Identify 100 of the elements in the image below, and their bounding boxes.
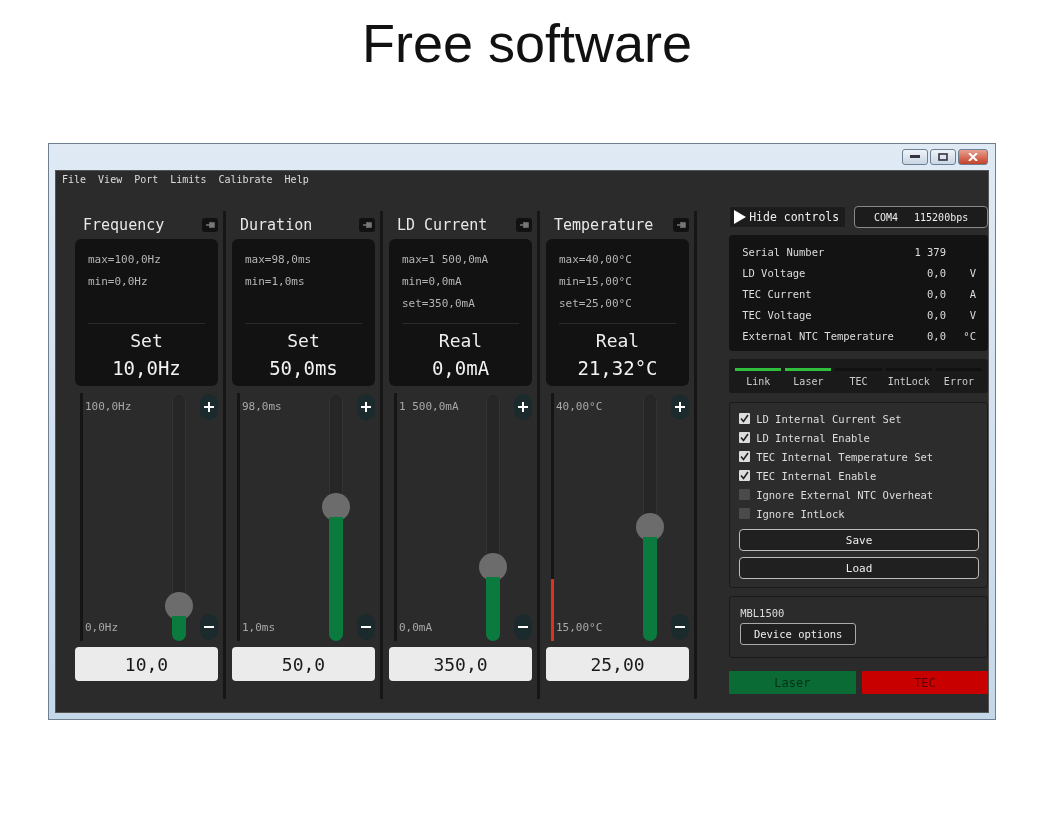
mode-label: Set bbox=[287, 330, 320, 351]
max-label: 40,00°C bbox=[556, 400, 603, 413]
limit-text: max=100,0Hz bbox=[88, 252, 162, 268]
panel-title: Duration bbox=[240, 216, 313, 234]
decrease-button[interactable] bbox=[671, 614, 689, 640]
limit-text: min=0,0mA bbox=[402, 274, 463, 290]
minimize-button[interactable] bbox=[902, 149, 928, 165]
increase-button[interactable] bbox=[671, 394, 689, 420]
min-label: 1,0ms bbox=[242, 621, 276, 634]
limit-text: set=350,0mA bbox=[402, 296, 476, 312]
pin-icon[interactable] bbox=[202, 218, 218, 232]
status-label: Link bbox=[746, 376, 771, 387]
close-button[interactable] bbox=[958, 149, 988, 165]
reading-value: 10,0Hz bbox=[112, 357, 181, 379]
status-label: TEC bbox=[849, 376, 868, 387]
slider-thumb[interactable] bbox=[322, 493, 350, 521]
value-field[interactable]: 10,0 bbox=[75, 647, 218, 681]
max-label: 100,0Hz bbox=[85, 400, 132, 413]
checkbox-label: LD Internal Enable bbox=[756, 431, 870, 444]
close-icon bbox=[968, 153, 978, 161]
decrease-button[interactable] bbox=[200, 614, 218, 640]
checkbox-label: Ignore External NTC Overheat bbox=[756, 488, 934, 501]
limit-text: max=1 500,0mA bbox=[402, 252, 490, 268]
pin-icon[interactable] bbox=[673, 218, 689, 232]
maximize-button[interactable] bbox=[930, 149, 956, 165]
checkbox[interactable] bbox=[739, 432, 751, 443]
value-field[interactable]: 50,0 bbox=[232, 647, 375, 681]
maximize-icon bbox=[938, 153, 948, 161]
min-label: 15,00°C bbox=[556, 621, 603, 634]
increase-button[interactable] bbox=[514, 394, 532, 420]
menu-item[interactable]: Help bbox=[284, 174, 309, 188]
panel-title: Temperature bbox=[554, 216, 654, 234]
mode-label: Set bbox=[130, 330, 163, 351]
reading-value: 0,0 bbox=[926, 329, 946, 342]
device-model: MBL1500 bbox=[740, 607, 785, 619]
status-label: Error bbox=[943, 376, 974, 387]
unit-label: V bbox=[968, 266, 976, 279]
reading-value: 0,0 bbox=[926, 287, 946, 300]
unit-label: °C bbox=[962, 329, 976, 342]
checkbox-label: Ignore IntLock bbox=[756, 507, 845, 520]
reading-value: 50,0ms bbox=[269, 357, 338, 379]
min-label: 0,0mA bbox=[399, 621, 433, 634]
status-label: Laser bbox=[793, 376, 824, 387]
menu-item[interactable]: File bbox=[62, 174, 87, 188]
panel-title: LD Current bbox=[397, 216, 488, 234]
min-label: 0,0Hz bbox=[85, 621, 119, 634]
menu-item[interactable]: Port bbox=[134, 174, 159, 188]
panel-title: Frequency bbox=[83, 216, 165, 234]
checkbox-label: TEC Internal Temperature Set bbox=[756, 450, 934, 463]
status-label: IntLock bbox=[887, 376, 930, 387]
checkbox[interactable] bbox=[739, 489, 751, 500]
reading-label: TEC Current bbox=[742, 287, 813, 300]
pin-icon[interactable] bbox=[516, 218, 532, 232]
slider-thumb[interactable] bbox=[479, 552, 507, 581]
limit-text: set=25,00°C bbox=[559, 296, 633, 312]
reading-value: 1 379 bbox=[913, 245, 946, 258]
checkbox[interactable] bbox=[739, 508, 751, 519]
checkbox[interactable] bbox=[739, 451, 751, 462]
play-icon bbox=[734, 210, 747, 224]
panel-button[interactable]: Load bbox=[739, 557, 979, 579]
limit-text: max=40,00°C bbox=[559, 252, 633, 268]
slider-thumb[interactable] bbox=[636, 512, 664, 541]
reading-label: External NTC Temperature bbox=[742, 329, 895, 342]
checkbox[interactable] bbox=[739, 470, 751, 481]
plus-icon bbox=[204, 402, 214, 412]
increase-button[interactable] bbox=[357, 394, 375, 420]
panel-button[interactable]: Save bbox=[739, 529, 979, 551]
device-options-button[interactable]: Device options bbox=[740, 623, 857, 645]
hide-controls-button[interactable]: Hide controls bbox=[729, 206, 847, 228]
checkbox[interactable] bbox=[739, 413, 751, 424]
mode-label: Real bbox=[438, 330, 483, 351]
checkbox-label: TEC Internal Enable bbox=[756, 469, 877, 482]
plus-icon bbox=[361, 402, 371, 412]
reading-value: 0,0 bbox=[926, 266, 946, 279]
menu-item[interactable]: View bbox=[98, 174, 123, 188]
value-field[interactable]: 25,00 bbox=[546, 647, 689, 681]
decrease-button[interactable] bbox=[357, 614, 375, 640]
max-label: 98,0ms bbox=[242, 400, 282, 413]
unit-label: V bbox=[968, 308, 976, 321]
pin-icon[interactable] bbox=[359, 218, 375, 232]
limit-text: max=98,0ms bbox=[245, 252, 313, 268]
limit-text: min=0,0Hz bbox=[88, 274, 149, 290]
value-field[interactable]: 350,0 bbox=[389, 647, 532, 681]
reading-value: 0,0mA bbox=[431, 357, 490, 379]
mode-label: Real bbox=[595, 330, 640, 351]
increase-button[interactable] bbox=[200, 394, 218, 420]
reading-value: 21,32°C bbox=[577, 357, 658, 379]
menu-item[interactable]: Limits bbox=[170, 174, 207, 188]
reading-label: LD Voltage bbox=[742, 266, 807, 279]
reading-label: TEC Voltage bbox=[742, 308, 813, 321]
limit-text: min=1,0ms bbox=[245, 274, 306, 290]
checkbox-label: LD Internal Current Set bbox=[756, 412, 902, 425]
max-label: 1 500,0mA bbox=[399, 400, 459, 413]
decrease-button[interactable] bbox=[514, 614, 532, 640]
limit-text: min=15,00°C bbox=[559, 274, 633, 290]
menu-item[interactable]: Calibrate bbox=[218, 174, 273, 188]
slide-title: Free software bbox=[361, 12, 693, 75]
minimize-icon bbox=[910, 155, 920, 159]
port-button[interactable]: COM4 115200bps bbox=[854, 206, 988, 228]
reading-value: 0,0 bbox=[926, 308, 946, 321]
